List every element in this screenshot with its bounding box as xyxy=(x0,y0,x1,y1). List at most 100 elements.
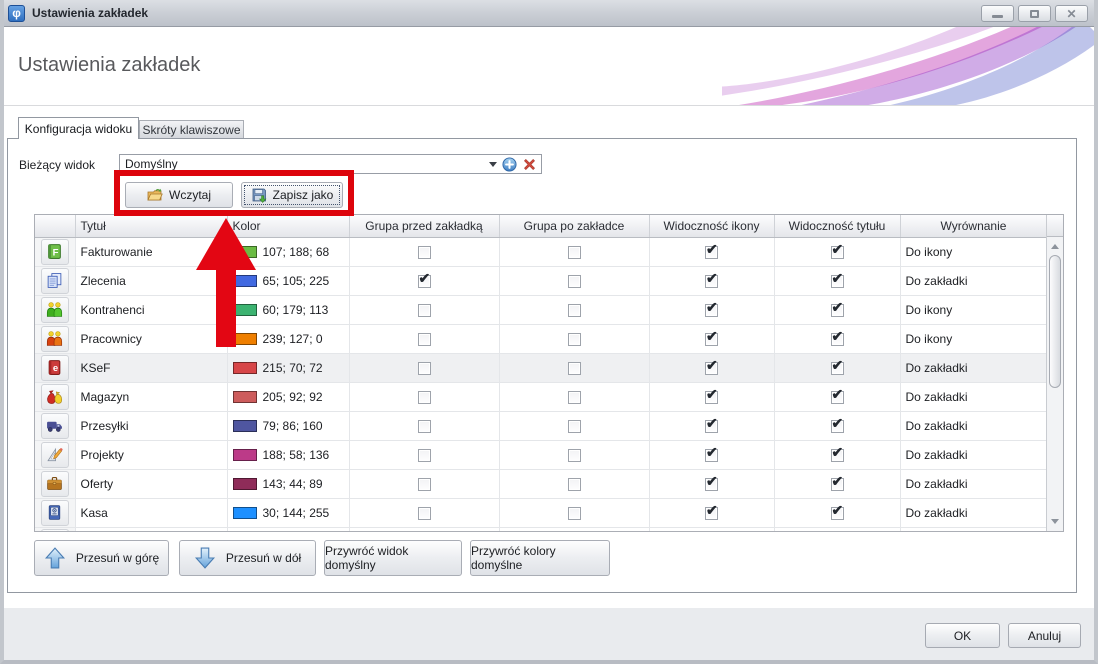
table-row[interactable]: Kontrahenci60; 179; 113 ✔ ✔ Do ikony xyxy=(35,295,1047,324)
maximize-button[interactable] xyxy=(1018,5,1051,22)
checkbox-icon-visibility[interactable]: ✔ xyxy=(705,333,718,346)
cell-title[interactable]: Pracownicy xyxy=(75,324,227,353)
color-swatch[interactable] xyxy=(233,507,257,519)
col-title-visibility[interactable]: Widoczność tytułu xyxy=(774,215,900,237)
checkbox-icon-visibility[interactable]: ✔ xyxy=(705,449,718,462)
checkbox-icon-visibility[interactable]: ✔ xyxy=(705,304,718,317)
color-swatch[interactable] xyxy=(233,362,257,374)
load-button[interactable]: Wczytaj xyxy=(125,182,233,208)
checkbox-group-after[interactable] xyxy=(568,304,581,317)
table-row[interactable]: Magazyn205; 92; 92 ✔ ✔ Do zakładki xyxy=(35,382,1047,411)
scroll-down-button[interactable] xyxy=(1047,513,1063,529)
table-row[interactable]: Przesyłki79; 86; 160 ✔ ✔ Do zakładki xyxy=(35,411,1047,440)
table-row[interactable]: Zlecenia65; 105; 225✔✔✔Do zakładki xyxy=(35,266,1047,295)
current-view-select[interactable]: Domyślny xyxy=(119,154,542,174)
checkbox-icon-visibility[interactable]: ✔ xyxy=(705,391,718,404)
checkbox-icon-visibility[interactable]: ✔ xyxy=(705,246,718,259)
cell-color[interactable]: 215; 70; 72 xyxy=(227,353,349,382)
color-swatch[interactable] xyxy=(233,333,257,345)
cell-title[interactable]: Kontrahenci xyxy=(75,295,227,324)
checkbox-title-visibility[interactable]: ✔ xyxy=(831,246,844,259)
col-group-after[interactable]: Grupa po zakładce xyxy=(499,215,649,237)
checkbox-group-before[interactable] xyxy=(418,420,431,433)
checkbox-group-after[interactable] xyxy=(568,420,581,433)
cell-alignment[interactable]: Do zakładki xyxy=(900,382,1047,411)
checkbox-group-before[interactable] xyxy=(418,304,431,317)
cell-title[interactable]: Magazyn xyxy=(75,382,227,411)
color-swatch[interactable] xyxy=(233,275,257,287)
tab-konfiguracja-widoku[interactable]: Konfiguracja widoku xyxy=(18,117,139,139)
cell-color[interactable]: 65; 105; 225 xyxy=(227,266,349,295)
cancel-button[interactable]: Anuluj xyxy=(1008,623,1081,648)
table-row[interactable]: Pracownicy239; 127; 0✔✔Do ikony xyxy=(35,324,1047,353)
checkbox-icon-visibility[interactable]: ✔ xyxy=(705,478,718,491)
checkbox-group-before[interactable] xyxy=(418,333,431,346)
ok-button[interactable]: OK xyxy=(925,623,1000,648)
checkbox-title-visibility[interactable]: ✔ xyxy=(831,420,844,433)
save-as-button[interactable]: Zapisz jako xyxy=(241,182,343,208)
cell-alignment[interactable]: Do zakładki xyxy=(900,266,1047,295)
minimize-button[interactable] xyxy=(981,5,1014,22)
cell-alignment[interactable]: Do zakładki xyxy=(900,498,1047,527)
checkbox-title-visibility[interactable]: ✔ xyxy=(831,362,844,375)
table-row[interactable]: Kasa30; 144; 255✔✔Do zakładki xyxy=(35,498,1047,527)
move-up-button[interactable]: Przesuń w górę xyxy=(34,540,169,576)
checkbox-group-after[interactable] xyxy=(568,362,581,375)
chevron-down-icon[interactable] xyxy=(489,162,497,167)
checkbox-group-before[interactable] xyxy=(418,478,431,491)
checkbox-group-after[interactable] xyxy=(568,391,581,404)
checkbox-icon-visibility[interactable]: ✔ xyxy=(705,362,718,375)
restore-default-colors-button[interactable]: Przywróć kolory domyślne xyxy=(470,540,610,576)
delete-view-icon[interactable] xyxy=(522,157,537,172)
vertical-scrollbar[interactable] xyxy=(1046,215,1063,531)
scrollbar-thumb[interactable] xyxy=(1049,255,1061,388)
cell-title[interactable]: Projekty xyxy=(75,440,227,469)
checkbox-group-after[interactable] xyxy=(568,333,581,346)
table-row[interactable]: Oferty143; 44; 89✔✔Do zakładki xyxy=(35,469,1047,498)
cell-color[interactable]: 143; 44; 89 xyxy=(227,469,349,498)
cell-alignment[interactable]: Do ikony xyxy=(900,295,1047,324)
cell-alignment[interactable]: Do ikony xyxy=(900,237,1047,266)
cell-title[interactable]: Kasa xyxy=(75,498,227,527)
color-swatch[interactable] xyxy=(233,449,257,461)
checkbox-group-before[interactable]: ✔ xyxy=(418,275,431,288)
checkbox-title-visibility[interactable]: ✔ xyxy=(831,478,844,491)
color-swatch[interactable] xyxy=(233,304,257,316)
scroll-up-button[interactable] xyxy=(1047,238,1063,254)
col-icon[interactable] xyxy=(35,215,75,237)
cell-alignment[interactable]: Do zakładki xyxy=(900,469,1047,498)
table-row[interactable]: eKSeF215; 70; 72✔✔Do zakładki xyxy=(35,353,1047,382)
cell-alignment[interactable]: Do zakładki xyxy=(900,440,1047,469)
checkbox-group-after[interactable] xyxy=(568,478,581,491)
checkbox-title-visibility[interactable]: ✔ xyxy=(831,391,844,404)
checkbox-group-before[interactable] xyxy=(418,246,431,259)
col-icon-visibility[interactable]: Widoczność ikony xyxy=(649,215,774,237)
checkbox-title-visibility[interactable]: ✔ xyxy=(831,275,844,288)
checkbox-title-visibility[interactable]: ✔ xyxy=(831,449,844,462)
move-down-button[interactable]: Przesuń w dół xyxy=(179,540,316,576)
checkbox-group-before[interactable] xyxy=(418,362,431,375)
cell-alignment[interactable]: Do zakładki xyxy=(900,411,1047,440)
checkbox-group-before[interactable] xyxy=(418,391,431,404)
color-swatch[interactable] xyxy=(233,420,257,432)
cell-title[interactable]: Przesyłki xyxy=(75,411,227,440)
cell-color[interactable]: 205; 92; 92 xyxy=(227,382,349,411)
checkbox-group-after[interactable] xyxy=(568,449,581,462)
checkbox-group-after[interactable] xyxy=(568,275,581,288)
cell-color[interactable]: 79; 86; 160 xyxy=(227,411,349,440)
checkbox-icon-visibility[interactable]: ✔ xyxy=(705,420,718,433)
checkbox-icon-visibility[interactable]: ✔ xyxy=(705,275,718,288)
checkbox-group-after[interactable] xyxy=(568,246,581,259)
table-row[interactable]: Projekty188; 58; 136 ✔ ✔ Do zakładki xyxy=(35,440,1047,469)
add-view-icon[interactable] xyxy=(502,157,517,172)
col-alignment[interactable]: Wyrównanie xyxy=(900,215,1047,237)
checkbox-title-visibility[interactable]: ✔ xyxy=(831,304,844,317)
cell-color[interactable]: 188; 58; 136 xyxy=(227,440,349,469)
restore-default-view-button[interactable]: Przywróć widok domyślny xyxy=(324,540,462,576)
cell-alignment[interactable]: Do zakładki xyxy=(900,353,1047,382)
checkbox-group-before[interactable] xyxy=(418,449,431,462)
checkbox-title-visibility[interactable]: ✔ xyxy=(831,507,844,520)
color-swatch[interactable] xyxy=(233,391,257,403)
checkbox-icon-visibility[interactable]: ✔ xyxy=(705,507,718,520)
cell-color[interactable]: 60; 179; 113 xyxy=(227,295,349,324)
